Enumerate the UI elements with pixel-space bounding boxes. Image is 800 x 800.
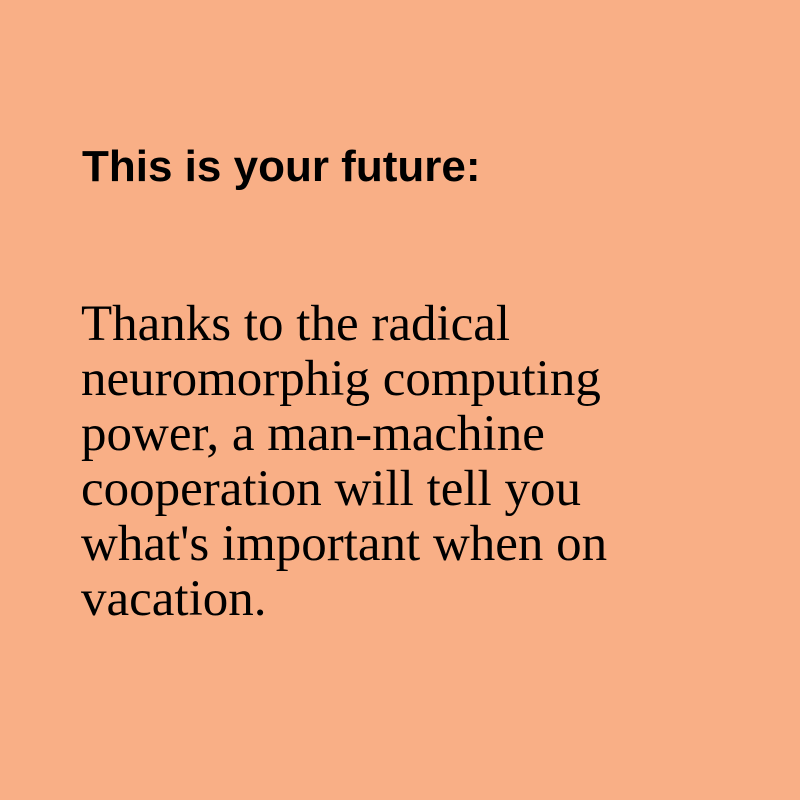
body-line: cooperation will tell you (81, 461, 581, 517)
body-line: power, a man-machine (81, 406, 545, 462)
body-line: what's important when on (81, 516, 608, 572)
headline: This is your future: (82, 142, 481, 191)
body-line: Thanks to the radical (81, 296, 511, 352)
body-line: vacation. (81, 571, 267, 627)
body-text: Thanks to the radical neuromorphig compu… (81, 297, 607, 627)
body-line: neuromorphig computing (81, 351, 601, 407)
post-card: This is your future: Thanks to the radic… (0, 0, 800, 800)
